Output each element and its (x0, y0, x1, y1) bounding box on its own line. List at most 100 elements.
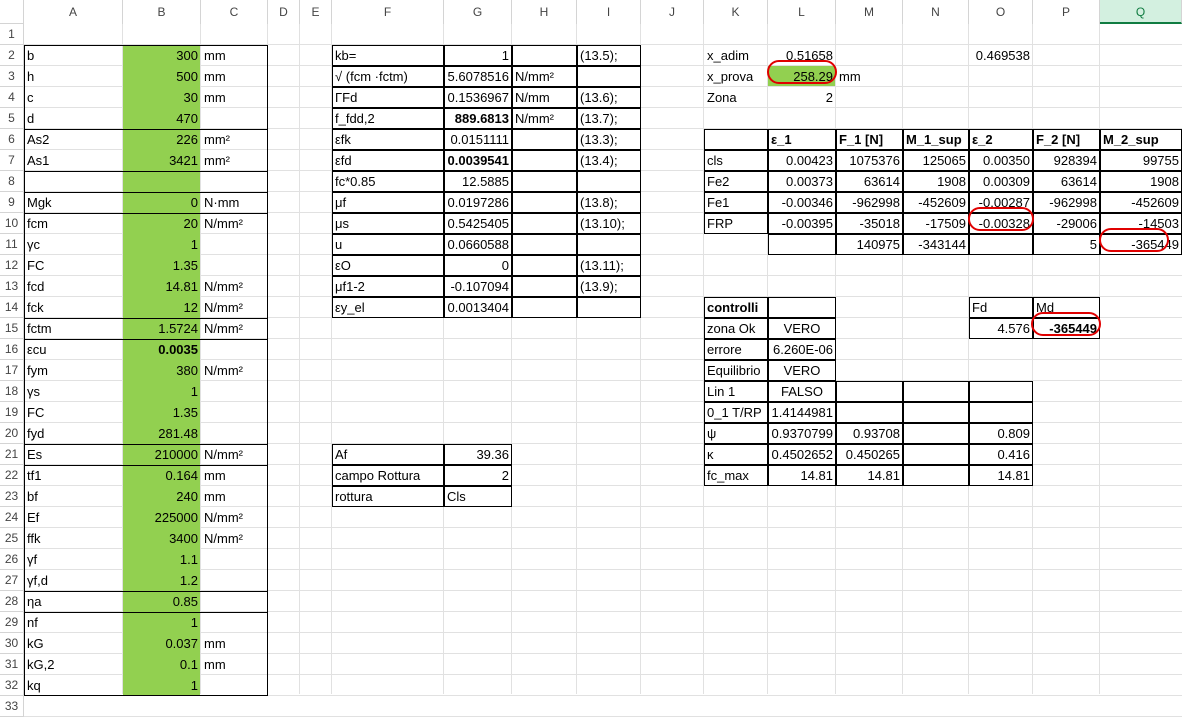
cell-border (512, 317, 577, 318)
row-header-13[interactable]: 13 (0, 276, 24, 297)
row-header-9[interactable]: 9 (0, 192, 24, 213)
param-value[interactable]: 20 (123, 213, 201, 234)
row-header-21[interactable]: 21 (0, 444, 24, 465)
column-header-f[interactable]: F (332, 0, 444, 24)
row-header-14[interactable]: 14 (0, 297, 24, 318)
row-header-33[interactable]: 33 (0, 696, 24, 717)
results-cell: Fe2 (707, 174, 730, 189)
param-value[interactable]: 1 (123, 381, 201, 402)
param-value[interactable]: 226 (123, 129, 201, 150)
cell-border (836, 234, 837, 255)
row-header-19[interactable]: 19 (0, 402, 24, 423)
param-value[interactable]: 0 (123, 192, 201, 213)
param-value[interactable]: 380 (123, 360, 201, 381)
row-header-30[interactable]: 30 (0, 633, 24, 654)
row-header-6[interactable]: 6 (0, 129, 24, 150)
param-value[interactable]: 1 (123, 234, 201, 255)
cell-border (903, 254, 969, 255)
cell-border (903, 465, 969, 466)
param-value[interactable] (123, 171, 201, 192)
column-header-h[interactable]: H (512, 0, 577, 24)
row-header-28[interactable]: 28 (0, 591, 24, 612)
row-header-3[interactable]: 3 (0, 66, 24, 87)
column-header-b[interactable]: B (123, 0, 201, 24)
param-value[interactable]: 281.48 (123, 423, 201, 444)
row-header-11[interactable]: 11 (0, 234, 24, 255)
row-header-29[interactable]: 29 (0, 612, 24, 633)
param-value[interactable]: 1.35 (123, 255, 201, 276)
param-value[interactable]: 1 (123, 612, 201, 633)
row-header-10[interactable]: 10 (0, 213, 24, 234)
row-header-15[interactable]: 15 (0, 318, 24, 339)
column-header-d[interactable]: D (268, 0, 300, 24)
cell-border (1033, 150, 1034, 171)
param-value[interactable]: 225000 (123, 507, 201, 528)
column-header-p[interactable]: P (1033, 0, 1100, 24)
x-prova-value[interactable]: 258.29 (768, 66, 836, 87)
param-value[interactable]: 1.35 (123, 402, 201, 423)
column-header-i[interactable]: I (577, 0, 641, 24)
column-header-a[interactable]: A (24, 0, 123, 24)
param-value[interactable]: 500 (123, 66, 201, 87)
cell-border (24, 45, 25, 696)
param-value[interactable]: 240 (123, 486, 201, 507)
param-value[interactable]: 3421 (123, 150, 201, 171)
row-header-22[interactable]: 22 (0, 465, 24, 486)
row-header-12[interactable]: 12 (0, 255, 24, 276)
column-header-q[interactable]: Q (1100, 0, 1182, 24)
row-header-31[interactable]: 31 (0, 654, 24, 675)
row-header-1[interactable]: 1 (0, 24, 24, 45)
cell-border (444, 87, 512, 88)
row-header-23[interactable]: 23 (0, 486, 24, 507)
row-header-26[interactable]: 26 (0, 549, 24, 570)
lin-cell: 14.81 (997, 468, 1030, 483)
param-value[interactable]: 1.5724 (123, 318, 201, 339)
column-header-o[interactable]: O (969, 0, 1033, 24)
column-header-n[interactable]: N (903, 0, 969, 24)
param-name: fcd (27, 279, 45, 294)
param-value[interactable]: 12 (123, 297, 201, 318)
param-value[interactable]: 30 (123, 87, 201, 108)
row-header-16[interactable]: 16 (0, 339, 24, 360)
column-header-m[interactable]: M (836, 0, 903, 24)
param-value[interactable]: 14.81 (123, 276, 201, 297)
row-header-32[interactable]: 32 (0, 675, 24, 696)
cell-border (577, 255, 578, 276)
param-value[interactable]: 1.1 (123, 549, 201, 570)
cell-border (640, 129, 641, 150)
cell-border (969, 129, 970, 150)
param-value[interactable]: 0.037 (123, 633, 201, 654)
row-header-4[interactable]: 4 (0, 87, 24, 108)
param-value[interactable]: 0.0035 (123, 339, 201, 360)
param-value[interactable]: 210000 (123, 444, 201, 465)
param-value[interactable]: 1.2 (123, 570, 201, 591)
param-value[interactable]: 470 (123, 108, 201, 129)
select-all-corner[interactable] (0, 0, 24, 24)
cell-border (640, 87, 641, 108)
row-header-27[interactable]: 27 (0, 570, 24, 591)
column-header-c[interactable]: C (201, 0, 268, 24)
row-header-8[interactable]: 8 (0, 171, 24, 192)
param-value[interactable]: 3400 (123, 528, 201, 549)
column-header-j[interactable]: J (641, 0, 704, 24)
row-header-18[interactable]: 18 (0, 381, 24, 402)
row-header-5[interactable]: 5 (0, 108, 24, 129)
frp-param-value: 1 (501, 48, 509, 63)
row-header-17[interactable]: 17 (0, 360, 24, 381)
frp-param-unit (512, 297, 577, 318)
param-value[interactable]: 0.164 (123, 465, 201, 486)
row-header-24[interactable]: 24 (0, 507, 24, 528)
row-header-25[interactable]: 25 (0, 528, 24, 549)
param-value[interactable]: 0.1 (123, 654, 201, 675)
frp-param-value: 889.6813 (454, 111, 509, 126)
column-header-l[interactable]: L (768, 0, 836, 24)
row-header-7[interactable]: 7 (0, 150, 24, 171)
row-header-2[interactable]: 2 (0, 45, 24, 66)
column-header-k[interactable]: K (704, 0, 768, 24)
column-header-g[interactable]: G (444, 0, 512, 24)
param-value[interactable]: 300 (123, 45, 201, 66)
column-header-e[interactable]: E (300, 0, 332, 24)
param-value[interactable]: 1 (123, 675, 201, 696)
row-header-20[interactable]: 20 (0, 423, 24, 444)
param-value[interactable]: 0.85 (123, 591, 201, 612)
